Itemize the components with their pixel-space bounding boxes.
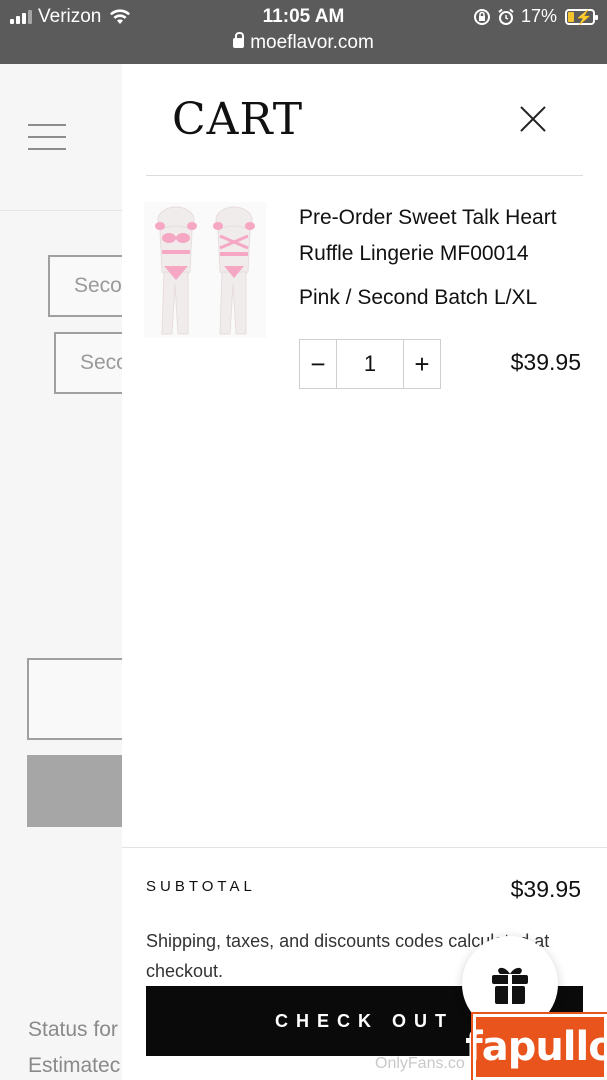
product-variant: Pink / Second Batch L/XL [299,286,538,309]
battery-percent: 17% [520,6,557,26]
rotation-lock-icon [473,8,490,25]
menu-icon[interactable] [28,122,68,152]
status-right: 17% ⚡ [473,6,598,27]
quantity-stepper: − 1 + [299,339,441,389]
increase-quantity-button[interactable]: + [404,340,440,388]
cart-drawer: CART Pre-Order Sweet Talk Heart Ruffle L… [122,64,607,1080]
battery-icon: ⚡ [565,8,598,25]
url-text: moeflavor.com [250,32,374,53]
brand-watermark-logo: fapullo [465,1012,607,1080]
product-name[interactable]: Pre-Order Sweet Talk Heart Ruffle Linger… [299,200,594,272]
cart-title: CART [172,94,304,145]
decrease-quantity-button[interactable]: − [300,340,336,388]
close-icon[interactable] [518,104,548,134]
product-image[interactable] [144,202,266,338]
status-text: Status for [28,1018,118,1041]
lock-icon [233,32,245,48]
line-item-price: $39.95 [510,349,581,375]
cart-footer-divider [122,847,607,848]
estimate-text: Estimatec [28,1054,121,1077]
subtotal-value: $39.95 [510,876,581,902]
subtotal-label: SUBTOTAL [146,878,256,895]
variant-option-1-label: Seco [74,274,122,297]
alarm-icon [498,8,514,25]
status-bar: Verizon 11:05 AM 17% ⚡ moeflavor.com [0,0,607,64]
watermark-text: OnlyFans.co [375,1055,465,1072]
variant-option-2-label: Seco [80,351,128,374]
address-bar[interactable]: moeflavor.com [0,32,607,54]
cart-header-divider [146,175,583,176]
quantity-value[interactable]: 1 [336,340,404,388]
gift-icon [492,967,528,1004]
